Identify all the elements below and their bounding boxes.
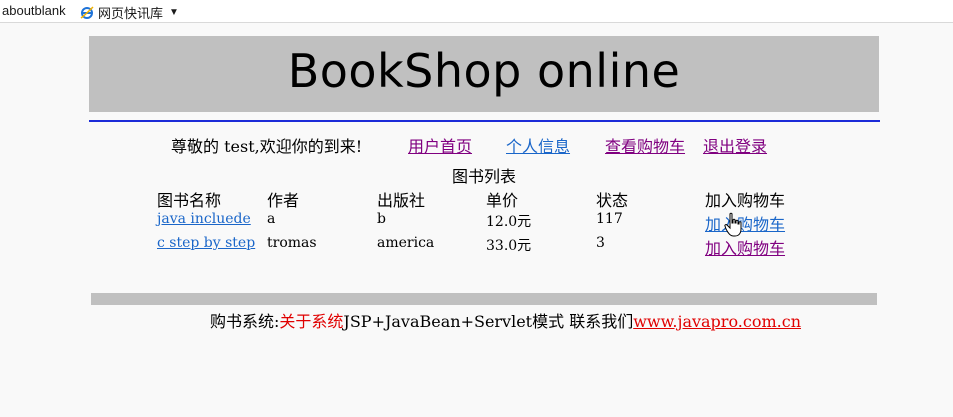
book-title-link[interactable]: c step by step (157, 235, 255, 251)
nav-logout-link[interactable]: 退出登录 (703, 133, 767, 157)
header-add-to-cart: 加入购物车 (705, 191, 786, 210)
book-author: tromas (267, 235, 317, 251)
header-book-name: 图书名称 (157, 191, 222, 210)
book-status: 117 (596, 211, 623, 227)
about-system-link[interactable]: 关于系统 (279, 312, 343, 331)
web-slice-gallery[interactable]: 网页快讯库 ▼ (80, 3, 179, 22)
book-publisher: b (377, 211, 386, 227)
header-price: 单价 (486, 191, 519, 210)
book-publisher: america (377, 235, 435, 251)
add-to-cart-link[interactable]: 加入购物车 (705, 211, 785, 235)
header-status: 状态 (596, 191, 629, 210)
footer-divider (91, 293, 877, 305)
favorites-bar: aboutblank 网页快讯库 ▼ (0, 0, 953, 23)
chevron-down-icon[interactable]: ▼ (169, 7, 179, 18)
site-banner: BookShop online (89, 36, 879, 112)
header-divider (89, 120, 880, 122)
welcome-text: 尊敬的 test,欢迎你的到来! (171, 137, 363, 156)
header-publisher: 出版社 (377, 191, 426, 210)
nav-user-home-link[interactable]: 用户首页 (408, 133, 472, 157)
header-author: 作者 (267, 191, 300, 210)
add-to-cart-link[interactable]: 加入购物车 (705, 235, 785, 259)
site-title: BookShop online (287, 44, 681, 98)
footer-prefix: 购书系统: (210, 312, 280, 331)
contact-url-link[interactable]: www.javapro.com.cn (633, 312, 801, 331)
ie-icon (80, 5, 94, 19)
book-author: a (267, 211, 276, 227)
nav-view-cart-link[interactable]: 查看购物车 (605, 133, 685, 157)
nav-profile-link[interactable]: 个人信息 (506, 133, 570, 157)
book-list-caption: 图书列表 (451, 167, 516, 186)
favorite-aboutblank[interactable]: aboutblank (2, 3, 66, 18)
book-price: 12.0元 (486, 214, 532, 230)
footer-middle: JSP+JavaBean+Servlet模式 联系我们 (343, 312, 634, 331)
book-price: 33.0元 (486, 238, 532, 254)
book-status: 3 (596, 235, 605, 251)
web-slice-label: 网页快讯库 (98, 6, 164, 21)
book-title-link[interactable]: java incluede (157, 211, 251, 227)
footer: 购书系统:关于系统JSP+JavaBean+Servlet模式 联系我们www.… (210, 308, 801, 332)
